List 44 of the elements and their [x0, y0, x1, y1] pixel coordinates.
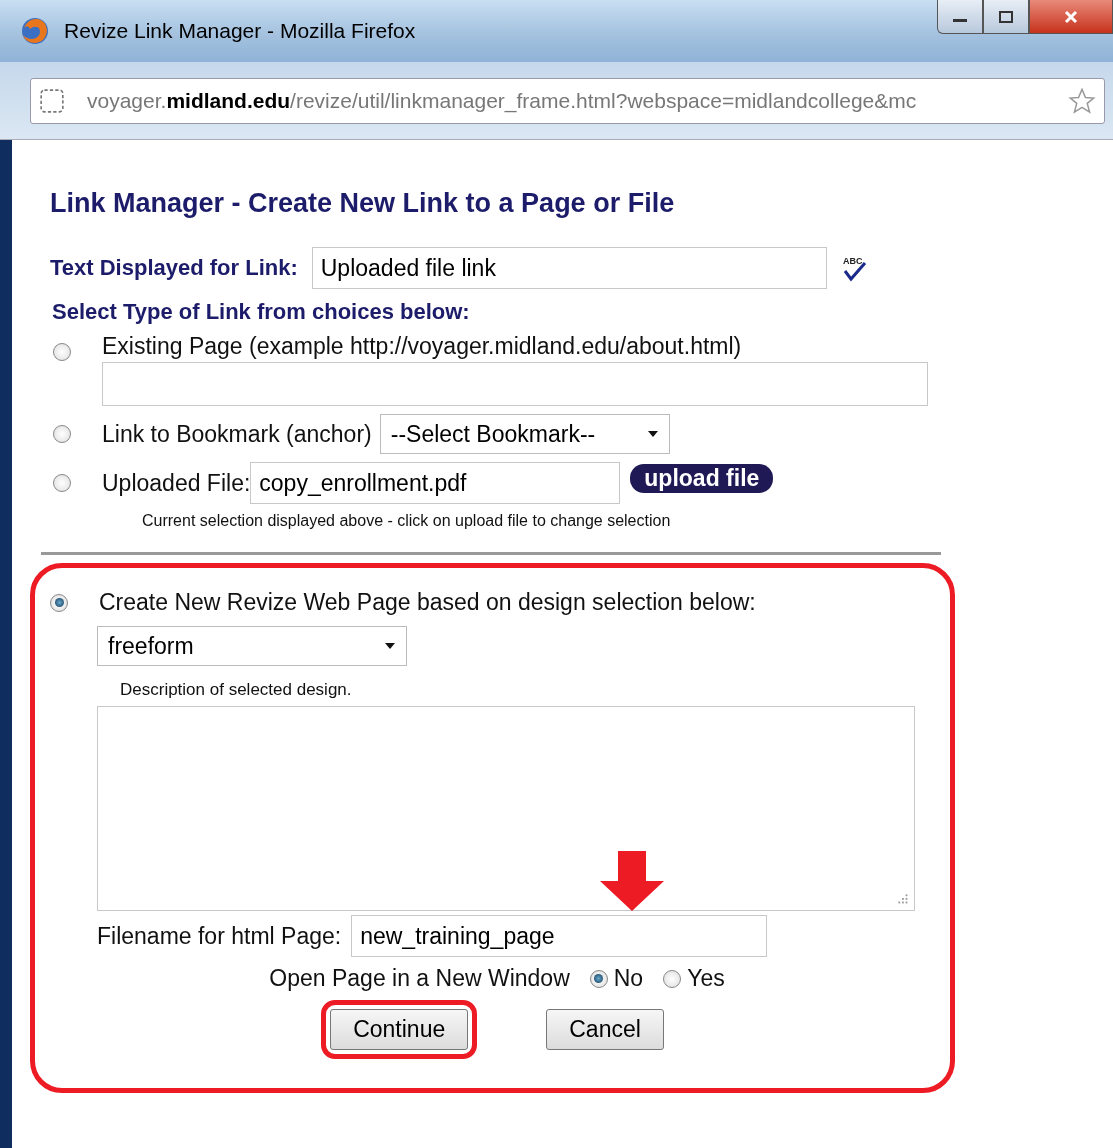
link-text-field[interactable]: Uploaded file link	[311, 247, 827, 289]
radio-button[interactable]	[53, 474, 71, 492]
maximize-button[interactable]	[983, 0, 1029, 34]
description-area[interactable]	[97, 706, 915, 911]
section-prompt: Select Type of Link from choices below:	[52, 299, 471, 325]
globe-icon	[20, 16, 50, 46]
option-label: Existing Page (example http://voyager.midland.edu/about.html)	[102, 333, 743, 360]
design-dropdown[interactable]: freeform	[97, 626, 407, 666]
page-heading: Link Manager - Create New Link to a Page or File	[50, 188, 676, 219]
file-field[interactable]: copy_enrollment.pdf	[250, 462, 621, 504]
radio-button[interactable]	[53, 343, 71, 361]
bookmark-dropdown[interactable]: --Select Bookmark--	[379, 414, 670, 454]
option-label: Link to Bookmark (anchor)	[102, 420, 372, 448]
url-field[interactable]	[102, 362, 928, 406]
hint-text: Current selection displayed above - click on upload file to change selection	[142, 512, 672, 530]
field-label: Text Displayed for Link:	[50, 255, 298, 281]
caret-icon	[384, 642, 396, 650]
close-button[interactable]	[1029, 0, 1113, 34]
field-label: Open Page in a New Window	[269, 965, 570, 992]
arrow-icon	[598, 851, 666, 913]
radio-label: Yes	[687, 965, 725, 992]
option-label: Create New Revize Web Page based on design selection below:	[99, 589, 756, 616]
radio-button[interactable]	[589, 969, 608, 988]
option-label: Uploaded File:	[102, 469, 251, 497]
star-icon[interactable]	[1068, 86, 1096, 115]
window-title: Revize Link Manager - Mozilla Firefox	[64, 19, 416, 43]
continue-button[interactable]: Continue	[330, 1009, 469, 1050]
upload-button[interactable]: upload file	[630, 464, 774, 493]
minimize-button[interactable]	[937, 0, 983, 34]
radio-button[interactable]	[50, 593, 68, 612]
description-label: Description of selected design.	[120, 680, 353, 700]
cancel-button[interactable]: Cancel	[546, 1009, 664, 1050]
caret-icon	[646, 430, 659, 438]
address-bar[interactable]: voyager.midland.edu/revize/util/linkmanager_frame.html?webspace=midlandcollege&mc	[30, 77, 1105, 124]
minimize-icon	[953, 19, 967, 22]
resize-grip-icon[interactable]	[896, 892, 908, 904]
field-label: Filename for html Page:	[97, 922, 342, 950]
url-text: voyager.midland.edu/revize/util/linkmanager_frame.html?webspace=midlandcollege&mc	[87, 88, 918, 113]
filename-field[interactable]: new_training_page	[351, 915, 768, 957]
radio-button[interactable]	[53, 425, 71, 443]
radio-label: No	[613, 965, 644, 992]
maximize-icon	[996, 9, 1016, 24]
radio-button[interactable]	[663, 969, 682, 988]
site-icon	[39, 87, 65, 114]
